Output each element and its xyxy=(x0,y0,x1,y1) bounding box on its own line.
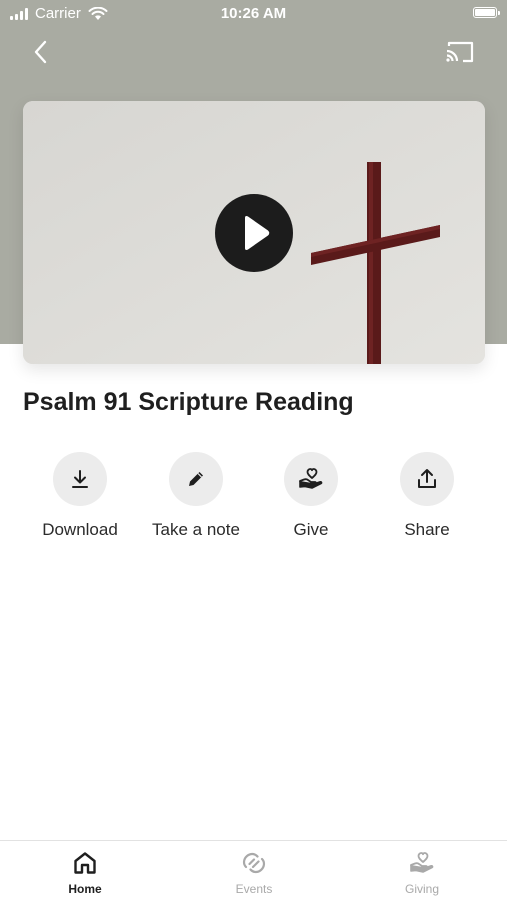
events-icon xyxy=(242,852,266,874)
cast-button[interactable] xyxy=(444,38,476,66)
status-time: 10:26 AM xyxy=(220,5,287,22)
tab-giving-label: Giving xyxy=(404,882,439,896)
tab-events-label: Events xyxy=(235,882,273,896)
give-label: Give xyxy=(293,520,329,539)
download-button-circle xyxy=(53,452,107,506)
share-label: Share xyxy=(404,520,450,539)
download-label: Download xyxy=(42,520,118,539)
video-thumbnail[interactable] xyxy=(23,101,485,364)
cast-icon xyxy=(446,41,474,63)
home-icon xyxy=(74,852,96,874)
give-button-circle xyxy=(284,452,338,506)
heart-hand-icon xyxy=(410,852,434,873)
take-note-button[interactable]: Take a note xyxy=(136,452,256,552)
take-note-button-circle xyxy=(169,452,223,506)
share-button-circle xyxy=(400,452,454,506)
tab-home-label: Home xyxy=(68,882,102,896)
take-note-label: Take a note xyxy=(152,520,240,539)
tab-events[interactable]: Events xyxy=(194,841,314,901)
back-button[interactable] xyxy=(28,38,56,66)
play-icon xyxy=(245,216,270,250)
share-icon xyxy=(418,469,436,488)
chevron-left-icon xyxy=(34,40,47,64)
tab-home[interactable]: Home xyxy=(25,841,145,901)
pencil-icon xyxy=(189,472,203,486)
share-button[interactable]: Share xyxy=(367,452,487,552)
tab-giving[interactable]: Giving xyxy=(362,841,482,901)
download-button[interactable]: Download xyxy=(20,452,140,552)
play-button[interactable] xyxy=(215,194,293,272)
action-row: Download Take a note Give Share xyxy=(0,452,507,552)
tab-events-icon-wrap xyxy=(240,849,268,877)
status-bar: Carrier 10:26 AM xyxy=(0,0,507,28)
heart-hand-icon xyxy=(299,468,323,489)
download-icon xyxy=(72,470,88,488)
bottom-tab-bar: Home Events Giving xyxy=(0,840,507,901)
battery-icon xyxy=(473,7,500,18)
sermon-title: Psalm 91 Scripture Reading xyxy=(23,388,354,416)
tab-home-icon-wrap xyxy=(72,849,98,877)
give-button[interactable]: Give xyxy=(251,452,371,552)
tab-giving-icon-wrap xyxy=(408,849,436,877)
